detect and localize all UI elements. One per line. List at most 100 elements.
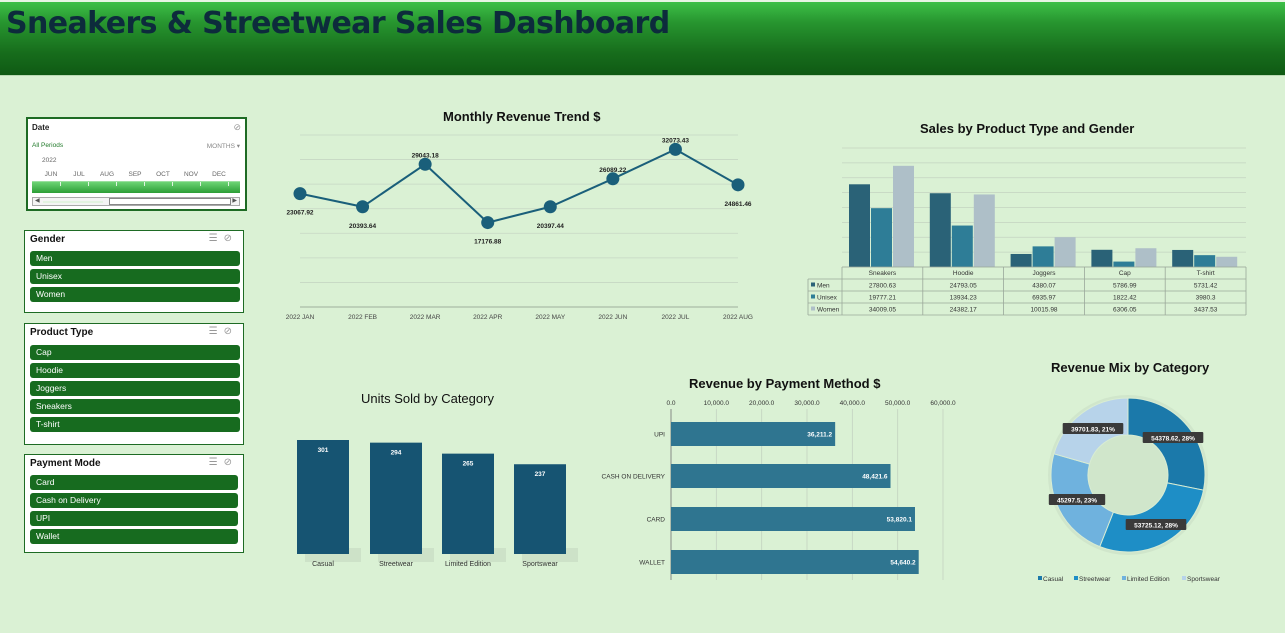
tick-label: 50,000.0 bbox=[885, 400, 911, 407]
tick-label: 0.0 bbox=[666, 400, 675, 407]
table-value: 24382.17 bbox=[950, 307, 977, 314]
bar-wallet bbox=[671, 550, 919, 574]
bar-women bbox=[1135, 248, 1157, 267]
data-point bbox=[543, 200, 557, 214]
tick-label: 2022 FEB bbox=[348, 314, 377, 321]
legend-key-men bbox=[811, 282, 815, 287]
legend-label: Limited Edition bbox=[1127, 576, 1170, 583]
tick-label: 2022 JUN bbox=[598, 314, 627, 321]
table-value: 27800.63 bbox=[869, 283, 896, 290]
bar-women bbox=[1216, 256, 1238, 267]
category-label: UPI bbox=[654, 432, 665, 439]
table-header: Hoodie bbox=[953, 270, 974, 277]
table-value: 6935.97 bbox=[1032, 295, 1056, 302]
data-label: 23067.92 bbox=[286, 210, 313, 217]
bar-streetwear bbox=[370, 442, 422, 554]
table-header: Joggers bbox=[1032, 270, 1056, 277]
bar-unisex bbox=[951, 225, 973, 267]
tick-label: 2022 MAY bbox=[535, 314, 566, 321]
bar-women bbox=[973, 194, 995, 267]
table-value: 19777.21 bbox=[869, 295, 896, 302]
bar-men bbox=[1172, 249, 1194, 267]
legend-key bbox=[1038, 576, 1042, 580]
data-point bbox=[731, 178, 745, 192]
legend-label: Casual bbox=[1043, 576, 1064, 583]
bar-unisex bbox=[871, 208, 892, 267]
data-label: 301 bbox=[318, 447, 329, 454]
tick-label: 10,000.0 bbox=[704, 400, 730, 407]
data-point bbox=[293, 187, 307, 201]
bar-unisex bbox=[1032, 246, 1054, 267]
data-label: 265 bbox=[463, 461, 474, 468]
data-label: 24861.46 bbox=[724, 201, 751, 208]
data-label: 48,421.6 bbox=[862, 474, 888, 481]
bar-men bbox=[849, 184, 870, 267]
data-label: 294 bbox=[391, 450, 402, 457]
table-series-name: Women bbox=[817, 307, 840, 314]
data-label: 39701.83, 21% bbox=[1071, 427, 1115, 434]
bar-men bbox=[1091, 249, 1113, 267]
legend-label: Streetwear bbox=[1079, 576, 1111, 583]
bar-unisex bbox=[1194, 255, 1216, 267]
data-label: 53725.12, 28% bbox=[1134, 523, 1178, 530]
table-value: 5731.42 bbox=[1194, 283, 1218, 290]
data-label: 20397.44 bbox=[537, 223, 564, 230]
table-value: 1822.42 bbox=[1113, 295, 1137, 302]
tick-label: Limited Edition bbox=[445, 561, 491, 568]
legend-key-women bbox=[811, 306, 815, 311]
table-value: 6306.05 bbox=[1113, 307, 1137, 314]
table-value: 3437.53 bbox=[1194, 307, 1218, 314]
charts-canvas: 23067.92 2022 JAN 20393.64 2022 FEB 29043.18… bbox=[286, 134, 1247, 583]
table-value: 34009.05 bbox=[869, 307, 896, 314]
tick-label: 2022 JAN bbox=[286, 314, 315, 321]
bar-men bbox=[1010, 253, 1032, 267]
legend-label: Sportswear bbox=[1187, 576, 1221, 583]
data-point bbox=[418, 157, 432, 171]
tick-label: Casual bbox=[312, 561, 334, 568]
data-point bbox=[606, 172, 620, 186]
bar-cash-on-delivery bbox=[671, 464, 891, 488]
bar-card bbox=[671, 507, 915, 531]
tick-label: 60,000.0 bbox=[930, 400, 956, 407]
data-label: 20393.64 bbox=[349, 223, 376, 230]
data-label: 54,640.2 bbox=[890, 560, 916, 567]
data-point bbox=[356, 200, 370, 214]
table-value: 24793.05 bbox=[950, 283, 977, 290]
data-label: 53,820.1 bbox=[887, 517, 913, 524]
tick-label: Sportswear bbox=[522, 561, 558, 568]
data-label: 32073.43 bbox=[662, 137, 689, 144]
tick-label: Streetwear bbox=[379, 561, 414, 568]
bar-women bbox=[893, 165, 914, 267]
legend-key bbox=[1182, 576, 1186, 580]
data-point bbox=[481, 216, 495, 230]
table-series-name: Unisex bbox=[817, 295, 838, 302]
legend-key bbox=[1074, 576, 1078, 580]
category-label: CASH ON DELIVERY bbox=[602, 474, 666, 481]
bar-limited-edition bbox=[442, 453, 494, 554]
tick-label: 20,000.0 bbox=[749, 400, 775, 407]
table-value: 3980.3 bbox=[1196, 295, 1216, 302]
data-label: 36,211.2 bbox=[807, 432, 832, 439]
tick-label: 2022 MAR bbox=[410, 314, 441, 321]
data-label: 29043.18 bbox=[412, 152, 439, 159]
data-label: 26089.22 bbox=[599, 167, 626, 174]
bar-unisex bbox=[1113, 261, 1135, 267]
table-header: Sneakers bbox=[869, 270, 897, 277]
table-header: T-shirt bbox=[1197, 270, 1215, 277]
bar-men bbox=[929, 193, 951, 267]
tick-label: 2022 APR bbox=[473, 314, 503, 321]
table-value: 13934.23 bbox=[950, 295, 977, 302]
data-label: 45297.5, 23% bbox=[1057, 498, 1097, 505]
legend-key bbox=[1122, 576, 1126, 580]
tick-label: 2022 AUG bbox=[723, 314, 753, 321]
data-label: 17176.88 bbox=[474, 239, 501, 246]
data-point bbox=[668, 142, 682, 156]
legend-key-unisex bbox=[811, 294, 815, 299]
data-label: 237 bbox=[535, 471, 546, 478]
table-value: 5786.99 bbox=[1113, 283, 1137, 290]
table-value: 10015.98 bbox=[1030, 307, 1057, 314]
category-label: CARD bbox=[647, 517, 666, 524]
category-label: WALLET bbox=[639, 560, 665, 567]
tick-label: 40,000.0 bbox=[840, 400, 866, 407]
tick-label: 30,000.0 bbox=[794, 400, 820, 407]
